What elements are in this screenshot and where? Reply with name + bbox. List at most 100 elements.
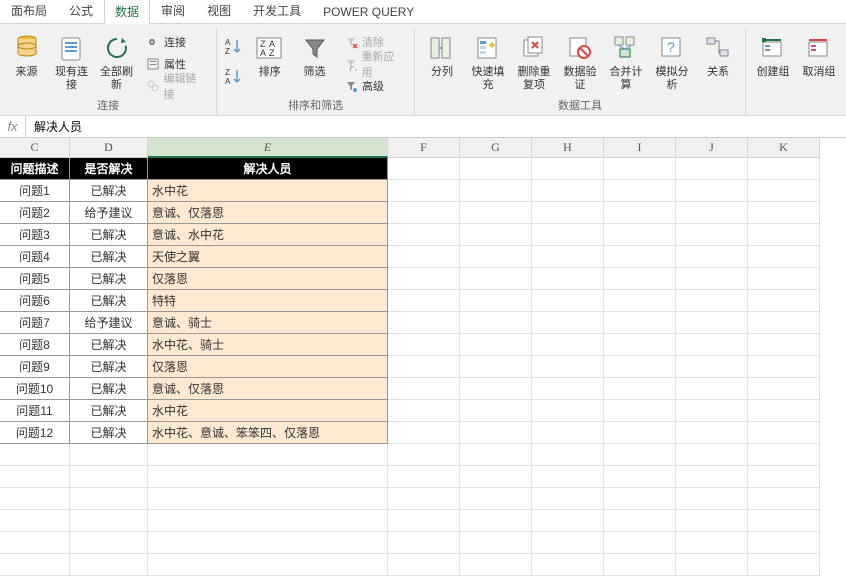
sort-desc-icon[interactable]: ZA bbox=[223, 66, 245, 88]
cell-resolver[interactable]: 意诚、骑士 bbox=[148, 312, 388, 334]
col-header-C[interactable]: C bbox=[0, 138, 70, 158]
database-icon bbox=[11, 32, 43, 64]
empty-row bbox=[0, 488, 846, 510]
tab-pagelayout[interactable]: 面布局 bbox=[0, 0, 58, 23]
funnel-icon bbox=[299, 32, 331, 64]
ungroup-icon bbox=[803, 32, 835, 64]
cell-resolved[interactable]: 给予建议 bbox=[70, 202, 148, 224]
cell-resolved[interactable]: 已解决 bbox=[70, 378, 148, 400]
fx-icon[interactable]: fx bbox=[0, 116, 26, 137]
tab-powerquery[interactable]: POWER QUERY bbox=[312, 0, 425, 23]
empty-row bbox=[0, 532, 846, 554]
cell-resolved[interactable]: 已解决 bbox=[70, 246, 148, 268]
cell-resolver[interactable]: 特特 bbox=[148, 290, 388, 312]
flash-fill-button[interactable]: 快速填充 bbox=[467, 30, 509, 96]
cell-resolved[interactable]: 已解决 bbox=[70, 334, 148, 356]
col-header-F[interactable]: F bbox=[388, 138, 460, 158]
cell-desc[interactable]: 问题3 bbox=[0, 224, 70, 246]
group-label-datatools: 数据工具 bbox=[421, 99, 739, 115]
remove-duplicates-button[interactable]: 删除重复项 bbox=[513, 30, 555, 96]
whatif-icon: ? bbox=[656, 32, 688, 64]
cell-resolved[interactable]: 已解决 bbox=[70, 224, 148, 246]
cell-desc[interactable]: 问题8 bbox=[0, 334, 70, 356]
cell-desc[interactable]: 问题4 bbox=[0, 246, 70, 268]
cell-resolver[interactable]: 意诚、仅落恩 bbox=[148, 378, 388, 400]
reapply-button[interactable]: 重新应用 bbox=[339, 54, 408, 74]
tab-review[interactable]: 审阅 bbox=[150, 0, 196, 23]
cell-desc[interactable]: 问题7 bbox=[0, 312, 70, 334]
cell-resolved[interactable]: 给予建议 bbox=[70, 312, 148, 334]
col-header-K[interactable]: K bbox=[748, 138, 820, 158]
sort-asc-icon[interactable]: AZ bbox=[223, 36, 245, 58]
text-to-columns-button[interactable]: 分列 bbox=[421, 30, 463, 96]
col-header-I[interactable]: I bbox=[604, 138, 676, 158]
header-desc[interactable]: 问题描述 bbox=[0, 158, 70, 180]
advanced-button[interactable]: 高级 bbox=[339, 76, 408, 96]
cell-resolver[interactable]: 天使之翼 bbox=[148, 246, 388, 268]
tab-developer[interactable]: 开发工具 bbox=[242, 0, 312, 23]
cell-desc[interactable]: 问题1 bbox=[0, 180, 70, 202]
cell-resolver[interactable]: 水中花 bbox=[148, 400, 388, 422]
table-row: 问题11已解决水中花 bbox=[0, 400, 846, 422]
cell-desc[interactable]: 问题12 bbox=[0, 422, 70, 444]
svg-text:A: A bbox=[260, 48, 266, 58]
cell-resolver[interactable]: 水中花、骑士 bbox=[148, 334, 388, 356]
col-header-J[interactable]: J bbox=[676, 138, 748, 158]
cell-resolver[interactable]: 水中花、意诚、笨笨四、仅落恩 bbox=[148, 422, 388, 444]
table-row: 问题12已解决水中花、意诚、笨笨四、仅落恩 bbox=[0, 422, 846, 444]
cell-resolver[interactable]: 意诚、仅落恩 bbox=[148, 202, 388, 224]
refresh-all-button[interactable]: 全部刷新 bbox=[96, 30, 137, 96]
col-header-G[interactable]: G bbox=[460, 138, 532, 158]
sort-button[interactable]: ZAAZ 排序 bbox=[249, 30, 290, 96]
other-sources-button[interactable]: 来源 bbox=[6, 30, 47, 96]
tab-view[interactable]: 视图 bbox=[196, 0, 242, 23]
reapply-icon bbox=[343, 56, 358, 72]
existing-connections-button[interactable]: 现有连接 bbox=[51, 30, 92, 96]
table-row: 问题1已解决水中花 bbox=[0, 180, 846, 202]
sort-icon: ZAAZ bbox=[254, 32, 286, 64]
cell-resolved[interactable]: 已解决 bbox=[70, 422, 148, 444]
svg-text:A: A bbox=[225, 77, 231, 86]
col-header-D[interactable]: D bbox=[70, 138, 148, 158]
column-headers: C D E F G H I J K bbox=[0, 138, 846, 158]
formula-bar: fx bbox=[0, 116, 846, 138]
svg-text:Z: Z bbox=[269, 48, 275, 58]
relationships-icon bbox=[702, 32, 734, 64]
table-row: 问题6已解决特特 bbox=[0, 290, 846, 312]
header-resolver[interactable]: 解决人员 bbox=[148, 158, 388, 180]
cell-resolver[interactable]: 水中花 bbox=[148, 180, 388, 202]
consolidate-button[interactable]: 合并计算 bbox=[605, 30, 647, 96]
cell-resolved[interactable]: 已解决 bbox=[70, 290, 148, 312]
filter-button[interactable]: 筛选 bbox=[294, 30, 335, 96]
cell-resolver[interactable]: 意诚、水中花 bbox=[148, 224, 388, 246]
group-outline: 创建组 取消组 bbox=[746, 28, 846, 115]
ungroup-button[interactable]: 取消组 bbox=[798, 30, 840, 96]
relationships-button[interactable]: 关系 bbox=[697, 30, 739, 96]
cell-desc[interactable]: 问题11 bbox=[0, 400, 70, 422]
tab-formulas[interactable]: 公式 bbox=[58, 0, 104, 23]
edit-links-button[interactable]: 编辑链接 bbox=[141, 76, 210, 96]
cell-desc[interactable]: 问题6 bbox=[0, 290, 70, 312]
refresh-icon bbox=[101, 32, 133, 64]
whatif-button[interactable]: ? 模拟分析 bbox=[651, 30, 693, 96]
cell-desc[interactable]: 问题10 bbox=[0, 378, 70, 400]
cell-desc[interactable]: 问题2 bbox=[0, 202, 70, 224]
tab-data[interactable]: 数据 bbox=[104, 0, 150, 24]
header-resolved[interactable]: 是否解决 bbox=[70, 158, 148, 180]
cell-resolver[interactable]: 仅落恩 bbox=[148, 356, 388, 378]
data-validation-button[interactable]: 数据验证 bbox=[559, 30, 601, 96]
connections-button[interactable]: 连接 bbox=[141, 32, 210, 52]
cell-resolved[interactable]: 已解决 bbox=[70, 400, 148, 422]
cell-desc[interactable]: 问题9 bbox=[0, 356, 70, 378]
col-header-E[interactable]: E bbox=[148, 138, 388, 158]
cell-resolved[interactable]: 已解决 bbox=[70, 268, 148, 290]
empty-row bbox=[0, 510, 846, 532]
cell-desc[interactable]: 问题5 bbox=[0, 268, 70, 290]
formula-input[interactable] bbox=[26, 116, 846, 137]
group-label-connections: 连接 bbox=[6, 99, 210, 115]
cell-resolved[interactable]: 已解决 bbox=[70, 180, 148, 202]
col-header-H[interactable]: H bbox=[532, 138, 604, 158]
create-group-button[interactable]: 创建组 bbox=[752, 30, 794, 96]
cell-resolver[interactable]: 仅落恩 bbox=[148, 268, 388, 290]
cell-resolved[interactable]: 已解决 bbox=[70, 356, 148, 378]
